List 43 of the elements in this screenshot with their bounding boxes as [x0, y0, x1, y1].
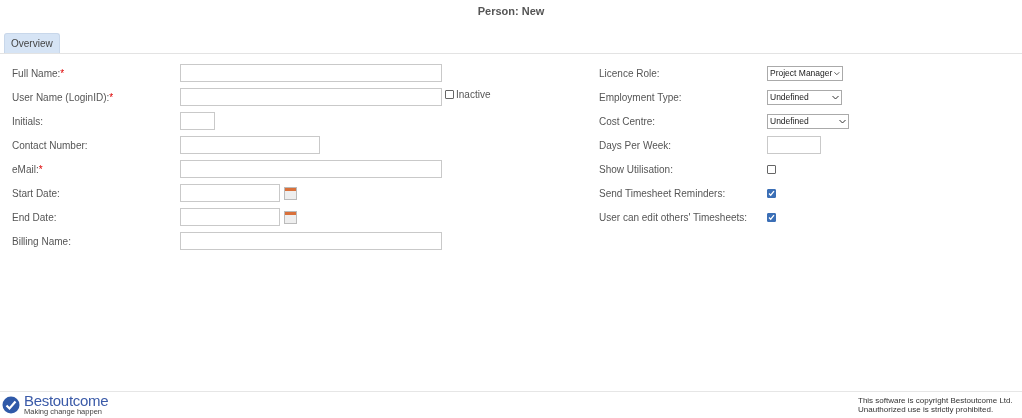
field-label: Licence Role: [599, 66, 661, 81]
field-label: Full Name:* [12, 66, 66, 81]
caret-icon [832, 94, 839, 100]
field-label: Cost Centre: [599, 114, 657, 129]
input-field[interactable] [180, 64, 442, 82]
field-label: Employment Type: [599, 90, 683, 105]
input-field[interactable] [180, 232, 442, 250]
field-label: User Name (LoginID):* [12, 90, 115, 105]
field-label: Contact Number: [12, 138, 89, 153]
brand-name: Bestoutcome [24, 394, 109, 408]
checkbox-label: Inactive [456, 87, 491, 102]
checkbox[interactable] [767, 164, 776, 174]
field-label: Start Date: [12, 186, 61, 201]
field-label: End Date: [12, 210, 58, 225]
input-field[interactable] [180, 112, 215, 130]
dropdown[interactable]: Undefined [767, 113, 849, 129]
field-label: Show Utilisation: [599, 162, 674, 177]
input-field[interactable] [180, 208, 280, 226]
input-field[interactable] [767, 136, 821, 154]
checkbox[interactable] [767, 212, 776, 222]
input-field[interactable] [180, 184, 280, 202]
caret-icon [839, 118, 846, 124]
field-label: Days Per Week: [599, 138, 673, 153]
checkbox[interactable] [445, 89, 454, 99]
page-title: Person: New [476, 4, 546, 19]
caret-icon [834, 70, 840, 76]
field-label: eMail:* [12, 162, 44, 177]
field-label: Send Timesheet Reminders: [599, 186, 727, 201]
checkbox[interactable] [767, 188, 776, 198]
dropdown[interactable]: Undefined [767, 89, 842, 105]
notice-text: Unauthorized use is strictly prohibited. [858, 405, 995, 414]
field-label: Initials: [12, 114, 45, 129]
check-logo-icon [2, 396, 20, 414]
input-field[interactable] [180, 160, 442, 178]
calendar-icon[interactable] [284, 210, 297, 224]
tab[interactable]: Overview [4, 33, 60, 53]
dropdown[interactable]: Project Manager [767, 65, 843, 81]
field-label: Billing Name: [12, 234, 72, 249]
copyright-text: This software is copyright Bestoutcome Ltd. [858, 396, 1014, 405]
input-field[interactable] [180, 88, 442, 106]
calendar-icon[interactable] [284, 186, 297, 200]
field-label: User can edit others' Timesheets: [599, 210, 749, 225]
input-field[interactable] [180, 136, 320, 154]
